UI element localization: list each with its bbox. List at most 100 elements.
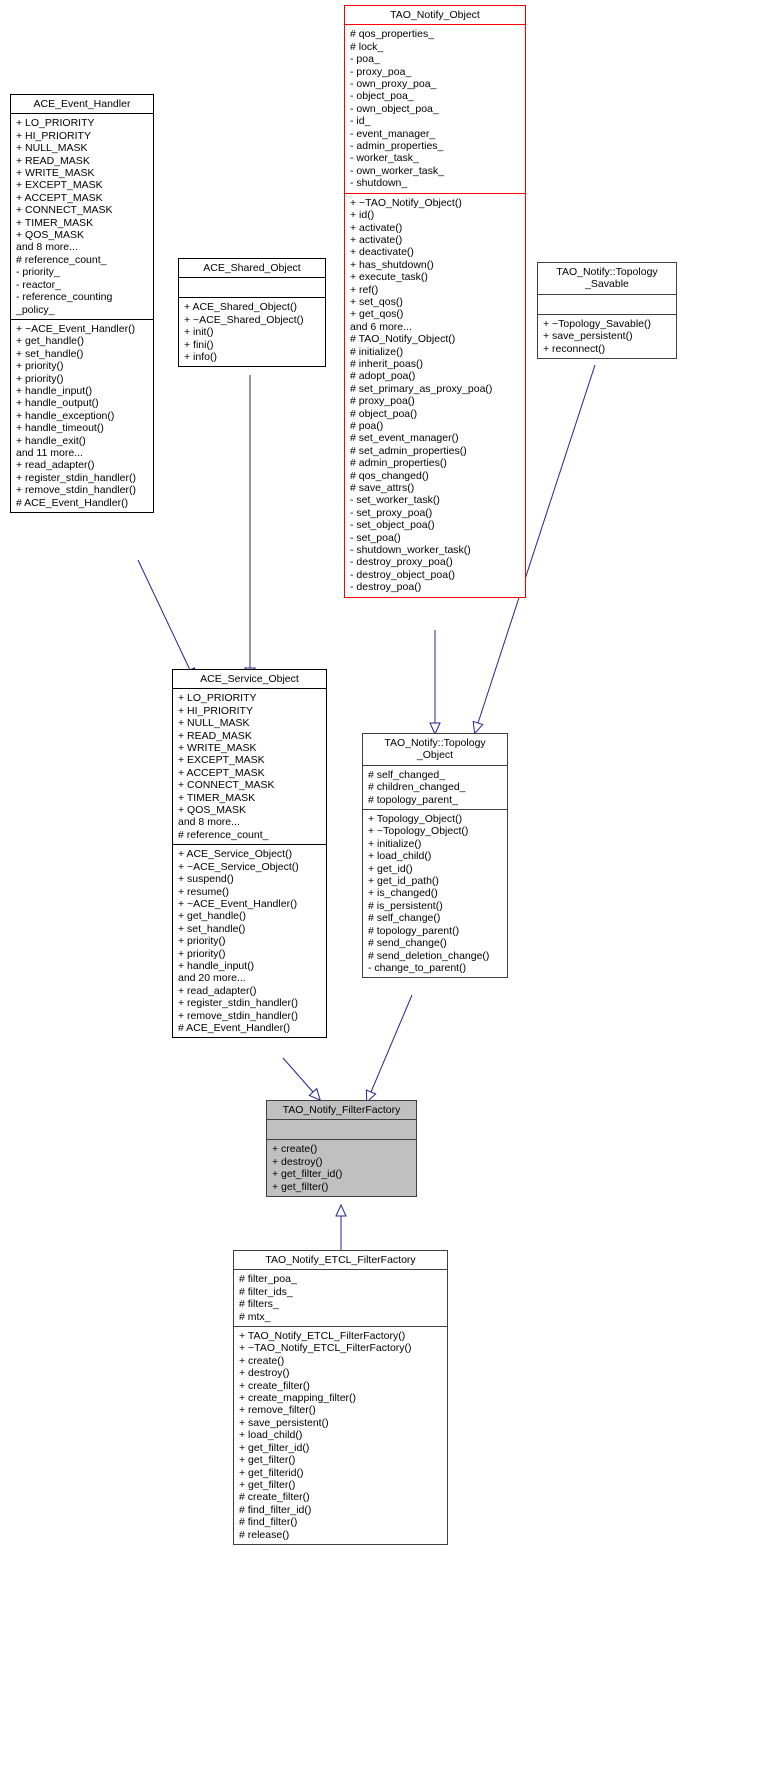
class-attributes-ace-service-object: + LO_PRIORITY + HI_PRIORITY + NULL_MASK + R… <box>173 689 326 844</box>
class-member-row: + READ_MASK <box>178 729 252 742</box>
class-member-row: # filter_ids_ <box>239 1285 293 1298</box>
class-member-row: + get_filter() <box>239 1454 296 1467</box>
class-member-row: - shutdown_worker_task() <box>350 544 471 557</box>
class-member-row: + handle_exception() <box>16 409 115 422</box>
class-member-row: # is_persistent() <box>368 899 443 912</box>
class-member-row: # lock_ <box>350 40 384 53</box>
class-member-row: + priority() <box>178 947 226 960</box>
class-member-row: - poa_ <box>350 53 380 66</box>
class-member-row: # initialize() <box>350 345 404 358</box>
class-box-topology-object[interactable]: TAO_Notify::Topology _Object # self_chan… <box>362 733 508 979</box>
class-member-row: + ~Topology_Savable() <box>543 317 651 330</box>
class-member-row: # filter_poa_ <box>239 1273 297 1286</box>
class-member-row: + register_stdin_handler() <box>178 997 298 1010</box>
class-member-row: + TIMER_MASK <box>16 216 94 229</box>
class-member-row: + create() <box>239 1354 285 1367</box>
class-member-row: + get_qos() <box>350 308 404 321</box>
class-member-row: # TAO_Notify_Object() <box>350 333 456 346</box>
class-member-row: - change_to_parent() <box>368 961 467 974</box>
class-member-row: + create_filter() <box>239 1379 310 1392</box>
class-member-row: + HI_PRIORITY <box>178 704 253 717</box>
class-member-row: + handle_exit() <box>16 434 86 447</box>
class-attributes-ace-event-handler: + LO_PRIORITY + HI_PRIORITY + NULL_MASK + R… <box>11 114 153 319</box>
class-attributes-tao-notify-filterfactory <box>267 1120 416 1139</box>
class-member-row: + NULL_MASK <box>16 142 88 155</box>
class-box-tao-notify-filterfactory[interactable]: TAO_Notify_FilterFactory + create() + des… <box>266 1100 417 1198</box>
class-member-row: + id() <box>350 209 375 222</box>
class-title-tao-notify-object: TAO_Notify_Object <box>390 9 480 21</box>
class-member-row: - reactor_ <box>16 278 61 291</box>
class-box-tao-notify-object[interactable]: TAO_Notify_Object # qos_properties_ # loc… <box>344 5 526 598</box>
class-member-row: + save_persistent() <box>543 330 633 343</box>
class-operations-tao-notify-filterfactory: + create() + destroy() + get_filter_id() + … <box>267 1140 416 1196</box>
class-member-row: + ~ACE_Event_Handler() <box>16 322 136 335</box>
class-member-row: # save_attrs() <box>350 482 415 495</box>
class-title-topology-object: TAO_Notify::Topology _Object <box>384 737 486 762</box>
class-member-row: # proxy_poa() <box>350 395 415 408</box>
class-box-topology-savable[interactable]: TAO_Notify::Topology _Savable + ~Topolog… <box>537 262 677 360</box>
class-member-row: + WRITE_MASK <box>16 167 95 180</box>
class-member-row: + QOS_MASK <box>178 804 246 817</box>
class-box-ace-service-object[interactable]: ACE_Service_Object + LO_PRIORITY + HI_PRI… <box>172 669 327 1039</box>
class-operations-ace-shared-object: + ACE_Shared_Object() + ~ACE_Shared_Objec… <box>179 298 325 366</box>
class-member-row: # reference_count_ <box>178 828 269 841</box>
class-member-row: # create_filter() <box>239 1491 310 1504</box>
class-member-row: + get_filter_id() <box>239 1441 310 1454</box>
class-member-row: + LO_PRIORITY <box>16 117 95 130</box>
class-member-row: + fini() <box>184 338 214 351</box>
class-box-ace-event-handler[interactable]: ACE_Event_Handler + LO_PRIORITY + HI_PRIO… <box>10 94 154 513</box>
class-member-row: # send_change() <box>368 937 447 950</box>
class-member-row: # ACE_Event_Handler() <box>178 1021 291 1034</box>
class-attributes-tao-notify-etcl-filterfactory: # filter_poa_ # filter_ids_ # filters_ # mt… <box>234 1270 447 1326</box>
class-member-row: + ~ACE_Service_Object() <box>178 860 299 873</box>
class-member-row: + deactivate() <box>350 246 414 259</box>
class-member-row: - own_worker_task_ <box>350 164 444 177</box>
class-member-row: - destroy_proxy_poa() <box>350 556 453 569</box>
class-operations-topology-object: + Topology_Object() + ~Topology_Object() +… <box>363 810 507 977</box>
class-member-row: + create_mapping_filter() <box>239 1392 357 1405</box>
class-member-row: _policy_ <box>16 303 55 316</box>
class-member-row: - event_manager_ <box>350 127 436 140</box>
class-member-row: + reconnect() <box>543 342 606 355</box>
class-attributes-topology-object: # self_changed_ # children_changed_ # topo… <box>363 766 507 809</box>
class-member-row: + execute_task() <box>350 271 428 284</box>
class-operations-topology-savable: + ~Topology_Savable() + save_persistent()… <box>538 315 676 358</box>
class-member-row: + resume() <box>178 885 230 898</box>
class-member-row: # find_filter_id() <box>239 1503 312 1516</box>
class-box-tao-notify-etcl-filterfactory[interactable]: TAO_Notify_ETCL_FilterFactory # filter_p… <box>233 1250 448 1545</box>
class-member-row: # mtx_ <box>239 1310 271 1323</box>
class-member-row: + QOS_MASK <box>16 229 84 242</box>
class-member-row: + ~TAO_Notify_Object() <box>350 196 462 209</box>
class-title-topology-savable: TAO_Notify::Topology _Savable <box>556 266 658 291</box>
class-member-row: + remove_stdin_handler() <box>178 1009 298 1022</box>
class-member-row: and 20 more... <box>178 972 246 985</box>
class-member-row: - worker_task_ <box>350 152 419 165</box>
class-member-row: and 6 more... <box>350 320 412 333</box>
class-member-row: - set_object_poa() <box>350 519 435 532</box>
class-member-row: + ACCEPT_MASK <box>178 766 265 779</box>
class-member-row: # filters_ <box>239 1298 279 1311</box>
class-attributes-tao-notify-object: # qos_properties_ # lock_ - poa_ - proxy_po… <box>345 25 525 192</box>
class-member-row: # object_poa() <box>350 407 418 420</box>
class-member-row: and 8 more... <box>16 241 78 254</box>
class-member-row: + get_id_path() <box>368 875 439 888</box>
class-member-row: # inherit_poas() <box>350 357 423 370</box>
class-member-row: + get_filter_id() <box>272 1168 343 1181</box>
class-box-ace-shared-object[interactable]: ACE_Shared_Object + ACE_Shared_Object() +… <box>178 258 326 368</box>
class-member-row: + get_handle() <box>178 910 247 923</box>
class-member-row: + activate() <box>350 221 403 234</box>
class-member-row: + destroy() <box>239 1367 290 1380</box>
class-member-row: + get_filter() <box>239 1478 296 1491</box>
class-member-row: # self_changed_ <box>368 768 446 781</box>
class-member-row: - shutdown_ <box>350 177 408 190</box>
class-member-row: # set_admin_properties() <box>350 444 467 457</box>
class-attributes-topology-savable <box>538 295 676 314</box>
class-member-row: + remove_filter() <box>239 1404 316 1417</box>
class-member-row: + WRITE_MASK <box>178 742 257 755</box>
class-member-row: # set_event_manager() <box>350 432 459 445</box>
class-title-tao-notify-filterfactory: TAO_Notify_FilterFactory <box>282 1104 401 1116</box>
class-member-row: # qos_changed() <box>350 469 429 482</box>
class-member-row: # find_filter() <box>239 1516 298 1529</box>
class-member-row: + TAO_Notify_ETCL_FilterFactory() <box>239 1330 406 1343</box>
class-member-row: - proxy_poa_ <box>350 65 412 78</box>
